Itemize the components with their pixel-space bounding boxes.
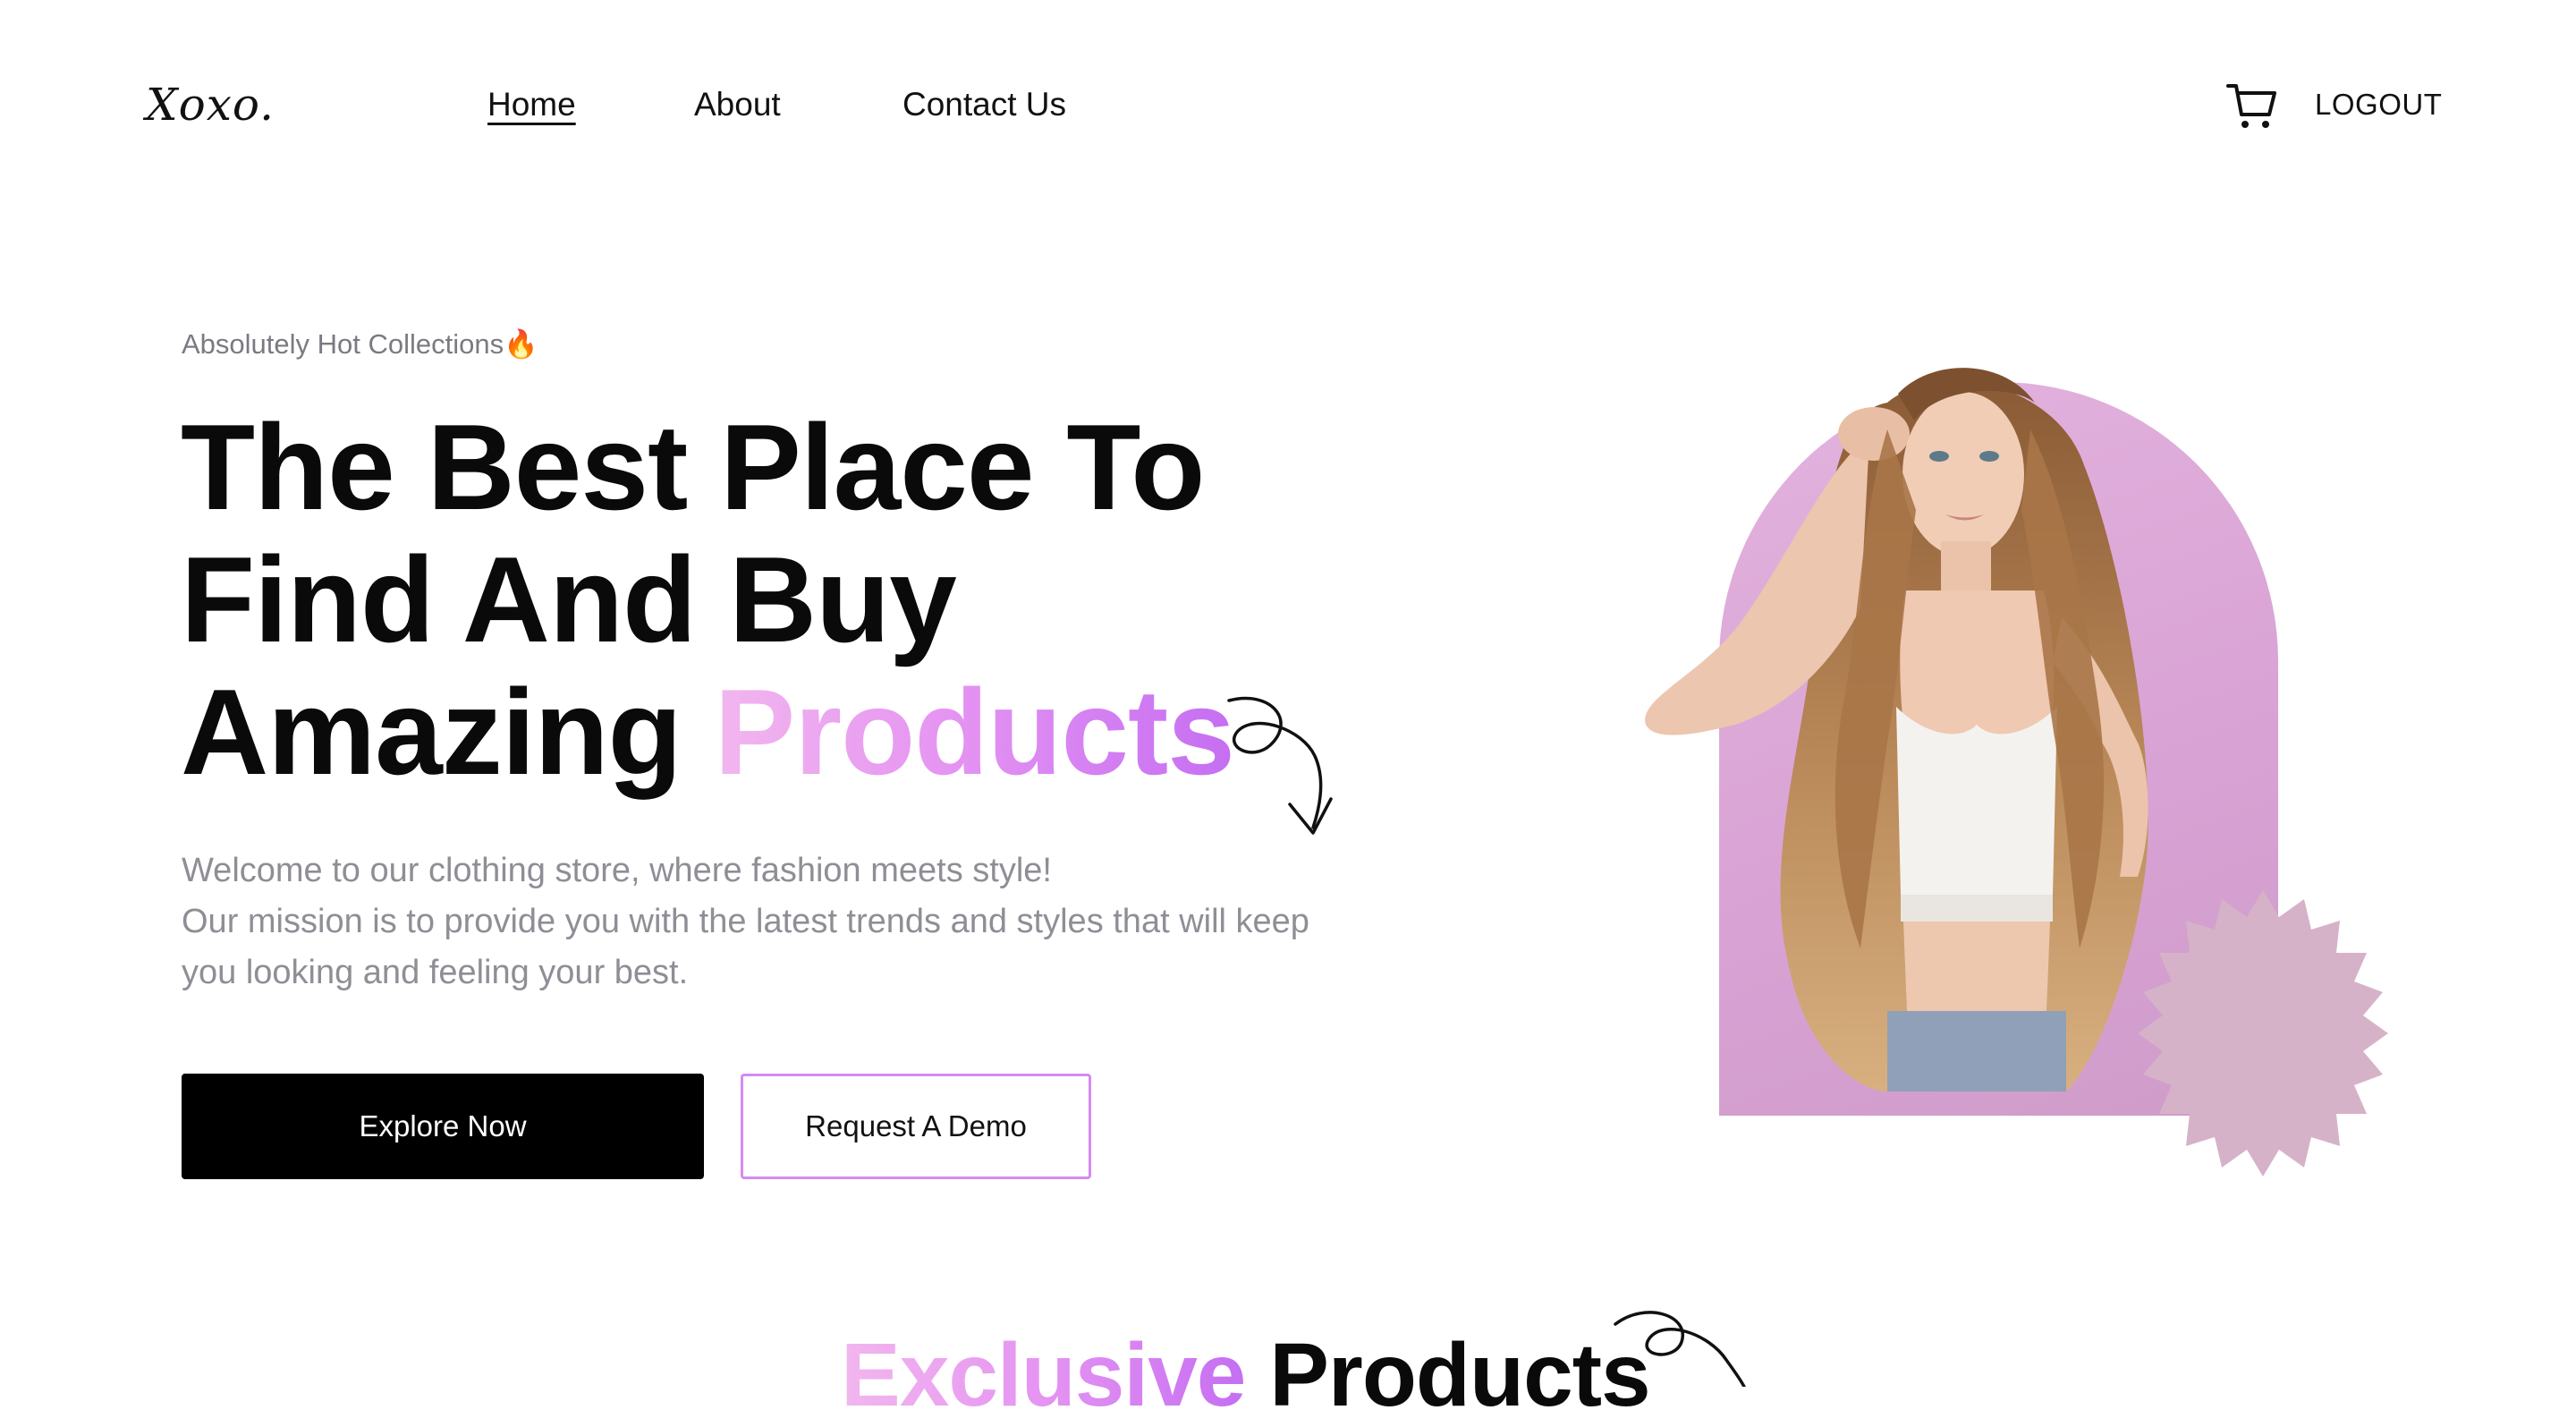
- description-line-3: you looking and feeling your best.: [182, 954, 689, 991]
- starburst-badge-icon: [2129, 890, 2397, 1185]
- curly-arrow-icon: [1216, 693, 1377, 854]
- brand-logo[interactable]: Xoxo.: [146, 79, 275, 131]
- hero-tagline: Absolutely Hot Collections🔥: [182, 328, 538, 360]
- curly-arrow-icon: [1610, 1306, 1771, 1389]
- cart-icon[interactable]: [2224, 79, 2278, 132]
- hero-description: Welcome to our clothing store, where fas…: [182, 845, 1452, 998]
- nav-about-link[interactable]: About: [694, 86, 781, 123]
- headline-line-2: Find And Buy: [181, 531, 957, 667]
- headline-plain-word: Amazing: [181, 664, 715, 800]
- headline-accent-word: Products: [714, 664, 1235, 800]
- nav-home-link[interactable]: Home: [487, 86, 576, 123]
- nav-contact-link[interactable]: Contact Us: [902, 86, 1066, 123]
- section-title-accent: Exclusive: [841, 1325, 1246, 1425]
- section-title-plain: Products: [1245, 1325, 1650, 1425]
- headline-line-1: The Best Place To: [181, 399, 1205, 535]
- description-line-2: Our mission is to provide you with the l…: [182, 903, 1309, 940]
- explore-now-button[interactable]: Explore Now: [182, 1074, 704, 1179]
- description-line-1: Welcome to our clothing store, where fas…: [182, 852, 1052, 889]
- logout-link[interactable]: LOGOUT: [2315, 88, 2442, 122]
- request-demo-button[interactable]: Request A Demo: [741, 1074, 1091, 1179]
